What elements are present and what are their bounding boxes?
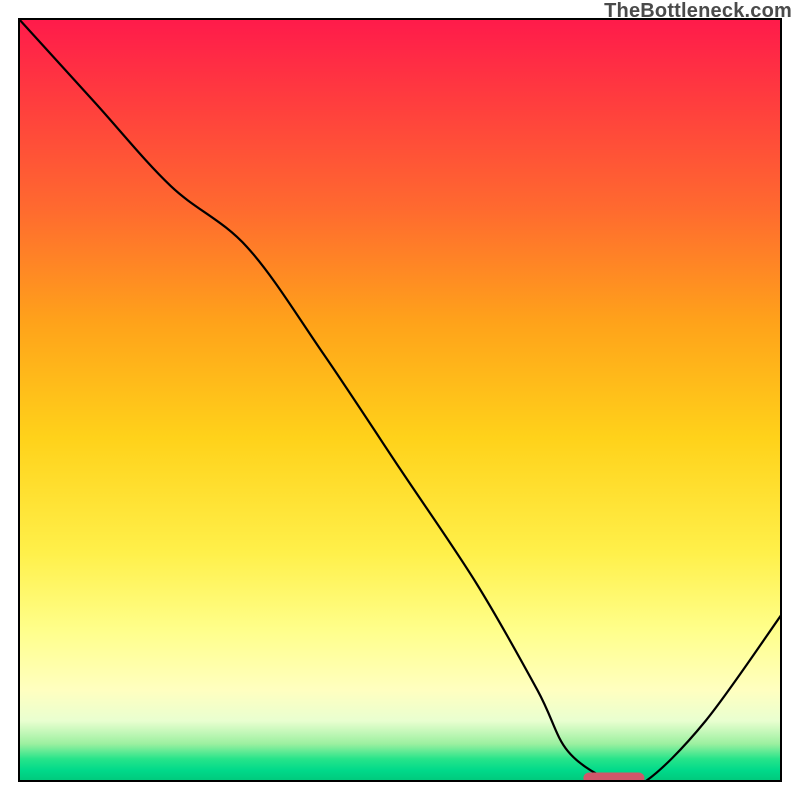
plot-gradient-background — [18, 18, 782, 782]
chart-container: TheBottleneck.com — [0, 0, 800, 800]
